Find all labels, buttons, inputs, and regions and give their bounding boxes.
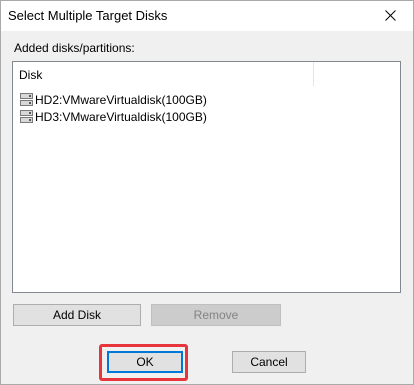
list-header: Disk: [13, 62, 400, 86]
cancel-button[interactable]: Cancel: [232, 351, 306, 373]
title-bar: Select Multiple Target Disks: [1, 1, 413, 31]
select-target-disks-dialog: Select Multiple Target Disks Added disks…: [0, 0, 414, 385]
disk-item-label: HD3:VMwareVirtualdisk(100GB): [35, 110, 207, 124]
added-disks-label: Added disks/partitions:: [14, 41, 135, 55]
close-button[interactable]: [369, 1, 413, 31]
disk-icon: [20, 93, 33, 106]
close-icon: [385, 10, 396, 21]
list-item[interactable]: HD2:VMwareVirtualdisk(100GB): [13, 91, 400, 109]
remove-button[interactable]: Remove: [151, 304, 281, 326]
dialog-title: Select Multiple Target Disks: [8, 8, 168, 23]
column-header-label: Disk: [19, 68, 43, 82]
list-item[interactable]: HD3:VMwareVirtualdisk(100GB): [13, 108, 400, 126]
disk-icon: [20, 110, 33, 123]
disk-item-label: HD2:VMwareVirtualdisk(100GB): [35, 93, 207, 107]
disk-list[interactable]: Disk HD2:VMwareVirtualdisk(100GB) HD3:VM…: [12, 61, 401, 293]
ok-highlight-annotation: [99, 344, 188, 381]
column-header-disk[interactable]: Disk: [13, 62, 314, 86]
add-disk-button[interactable]: Add Disk: [13, 304, 141, 326]
